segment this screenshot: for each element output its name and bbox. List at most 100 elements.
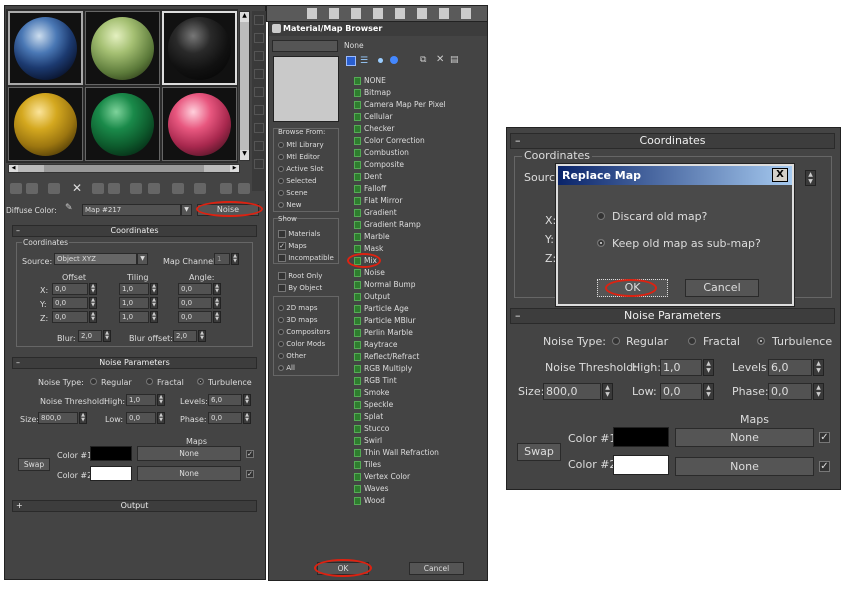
browse-mtl-editor[interactable]: Mtl Editor (278, 151, 338, 163)
show-map-icon[interactable] (172, 183, 184, 194)
browse-selected[interactable]: Selected (278, 175, 338, 187)
angle-z-field[interactable]: 0,0 (178, 311, 212, 323)
browse-active-slot[interactable]: Active Slot (278, 163, 338, 175)
offset-z-field[interactable]: 0,0 (52, 311, 88, 323)
category-3d-maps[interactable]: 3D maps (278, 314, 340, 326)
copy-material-icon[interactable] (92, 183, 104, 194)
map-list-item[interactable]: Output (354, 292, 390, 304)
color1-map-button[interactable]: None (137, 446, 241, 461)
map-navigator-icon[interactable] (254, 159, 264, 169)
map-list-item[interactable]: Combustion (354, 148, 409, 160)
backlight-icon[interactable] (254, 33, 264, 43)
keep-radio[interactable] (597, 239, 605, 247)
map-list-item[interactable]: Flat Mirror (354, 196, 402, 208)
sample-slot-1[interactable] (8, 11, 83, 85)
right-regular-radio[interactable] (612, 337, 620, 345)
put-to-scene-icon[interactable] (26, 183, 38, 194)
map-list-item[interactable]: Thin Wall Refraction (354, 448, 439, 460)
map-list-item[interactable]: Splat (354, 412, 383, 424)
offset-x-field[interactable]: 0,0 (52, 283, 88, 295)
browse-mtl-library[interactable]: Mtl Library (278, 139, 338, 151)
sample-slot-3[interactable] (162, 11, 237, 85)
map-name-field[interactable]: Map #217 (82, 204, 181, 216)
output-rollout-header[interactable]: + Output (12, 500, 257, 512)
map-list-item[interactable]: Raytrace (354, 340, 397, 352)
show-materials[interactable]: Materials (278, 228, 342, 240)
uv-tiling-icon[interactable] (254, 69, 264, 79)
view-small-icons-icon[interactable] (378, 58, 383, 63)
right-noise-header[interactable]: – Noise Parameters (510, 308, 835, 324)
map-list-item[interactable]: Gradient (354, 208, 397, 220)
map-list-item[interactable]: Composite (354, 160, 404, 172)
get-material-icon[interactable] (10, 183, 22, 194)
map-list-item[interactable]: Marble (354, 232, 390, 244)
category-other[interactable]: Other (278, 350, 340, 362)
map-list-item[interactable]: Stucco (354, 424, 389, 436)
right-turbulence-radio[interactable] (757, 337, 765, 345)
slots-vertical-scrollbar[interactable]: ▲ ▼ (239, 11, 250, 161)
offset-y-spinner[interactable]: ▲ ▼ (89, 297, 97, 309)
eyedropper-icon[interactable]: ✎ (65, 203, 75, 215)
view-list-icon[interactable] (346, 56, 356, 66)
map-list-item[interactable]: Bitmap (354, 88, 391, 100)
map-list-item[interactable]: Cellular (354, 112, 393, 124)
map-list-item[interactable]: Reflect/Refract (354, 352, 419, 364)
delete-icon[interactable]: ✕ (436, 54, 447, 65)
map-list-item[interactable]: NONE (354, 76, 386, 88)
map-list-item[interactable]: Color Correction (354, 136, 425, 148)
right-phase-field[interactable]: 0,0 (768, 383, 812, 400)
levels-spinner[interactable]: ▲ ▼ (243, 394, 251, 406)
source-select[interactable]: Object XYZ (54, 253, 137, 265)
offset-z-spinner[interactable]: ▲ ▼ (89, 311, 97, 323)
tiling-x-spinner[interactable]: ▲ ▼ (150, 283, 158, 295)
angle-z-spinner[interactable]: ▲ ▼ (213, 311, 221, 323)
map-list-item[interactable]: Swirl (354, 436, 382, 448)
blur-offset-field[interactable]: 2,0 (173, 330, 197, 342)
right-high-spinner[interactable]: ▲ ▼ (703, 359, 714, 376)
right-size-field[interactable]: 800,0 (543, 383, 601, 400)
size-field[interactable]: 800,0 (38, 412, 78, 424)
source-dropdown-icon[interactable]: ▼ (137, 253, 148, 265)
go-to-parent-icon[interactable] (220, 183, 232, 194)
offset-x-spinner[interactable]: ▲ ▼ (89, 283, 97, 295)
dialog-close-button[interactable]: X (772, 168, 788, 182)
noise-rollout-header[interactable]: – Noise Parameters (12, 357, 257, 369)
map-list-item[interactable]: Normal Bump (354, 280, 416, 292)
browse-new[interactable]: New (278, 199, 338, 211)
map-channel-field[interactable]: 1 (214, 253, 230, 265)
map-channel-spinner[interactable]: ▲ ▼ (231, 253, 239, 265)
right-levels-field[interactable]: 6,0 (768, 359, 812, 376)
angle-y-spinner[interactable]: ▲ ▼ (213, 297, 221, 309)
noise-regular-radio[interactable] (90, 378, 97, 385)
right-coordinates-header[interactable]: – Coordinates (510, 133, 835, 149)
make-preview-icon[interactable] (254, 105, 264, 115)
map-list-item[interactable]: Particle MBlur (354, 316, 416, 328)
low-spinner[interactable]: ▲ ▼ (157, 412, 165, 424)
noise-turbulence-radio[interactable] (197, 378, 204, 385)
low-field[interactable]: 0,0 (126, 412, 156, 424)
put-to-library-icon[interactable] (130, 183, 142, 194)
map-list-item[interactable]: Tiles (354, 460, 381, 472)
offset-y-field[interactable]: 0,0 (52, 297, 88, 309)
browser-name-field[interactable] (272, 40, 338, 52)
map-list-item[interactable]: Wood (354, 496, 385, 508)
options-icon[interactable] (254, 123, 264, 133)
background-icon[interactable] (254, 51, 264, 61)
category-all[interactable]: All (278, 362, 340, 374)
sample-type-icon[interactable] (254, 15, 264, 25)
map-list-item[interactable]: Particle Age (354, 304, 409, 316)
map-list-item[interactable]: Gradient Ramp (354, 220, 421, 232)
right-high-field[interactable]: 1,0 (660, 359, 702, 376)
phase-field[interactable]: 0,0 (208, 412, 242, 424)
sample-slot-6[interactable] (162, 87, 237, 161)
right-color1-map-button[interactable]: None (675, 428, 814, 447)
coordinates-rollout-header[interactable]: – Coordinates (12, 225, 257, 237)
update-scene-icon[interactable]: ⧉ (420, 55, 431, 66)
blur-field[interactable]: 2,0 (78, 330, 102, 342)
map-list-item[interactable]: Camera Map Per Pixel (354, 100, 446, 112)
noise-fractal-radio[interactable] (146, 378, 153, 385)
select-by-material-icon[interactable] (254, 141, 264, 151)
go-forward-sibling-icon[interactable] (238, 183, 250, 194)
high-field[interactable]: 1,0 (126, 394, 156, 406)
map-list-item[interactable]: Speckle (354, 400, 393, 412)
